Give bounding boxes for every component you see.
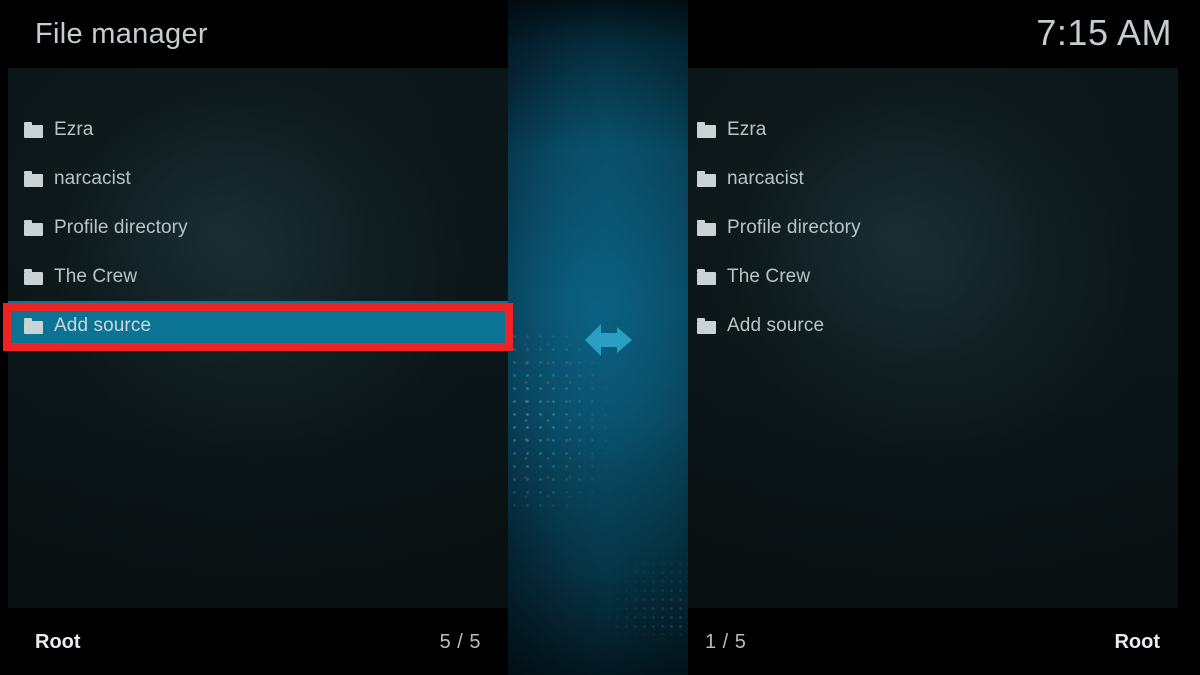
list-item-label: narcacist xyxy=(54,167,131,189)
list-item-label: narcacist xyxy=(727,167,804,189)
list-item[interactable]: narcacist xyxy=(688,154,1178,203)
list-item-label: Ezra xyxy=(727,118,767,140)
list-item[interactable]: narcacist xyxy=(8,154,508,203)
list-item-label: The Crew xyxy=(727,265,811,287)
page-title: File manager xyxy=(35,18,208,50)
list-item-label: Profile directory xyxy=(727,216,861,238)
folder-icon xyxy=(697,317,716,334)
right-panel-footer: 1 / 5 Root xyxy=(688,609,1178,675)
folder-icon xyxy=(697,121,716,138)
right-file-panel: Ezra narcacist Profile directory The Cre… xyxy=(688,68,1178,608)
right-panel-path: Root xyxy=(1114,630,1160,653)
folder-icon xyxy=(24,170,43,187)
clock: 7:15 AM xyxy=(1036,12,1172,53)
list-item-label: Add source xyxy=(727,314,825,336)
list-item[interactable]: Profile directory xyxy=(688,203,1178,252)
list-item-label: Profile directory xyxy=(54,216,188,238)
folder-icon xyxy=(24,317,43,334)
transfer-column xyxy=(508,0,688,675)
file-manager-screen: File manager 7:15 AM Ezra narcacist Prof… xyxy=(0,0,1200,675)
right-panel-count: 1 / 5 xyxy=(705,630,747,653)
folder-icon xyxy=(697,268,716,285)
list-item-add-source[interactable]: Add source xyxy=(8,301,508,350)
left-file-list: Ezra narcacist Profile directory The Cre… xyxy=(8,105,508,350)
right-file-list: Ezra narcacist Profile directory The Cre… xyxy=(688,105,1178,350)
particle-decoration-secondary xyxy=(568,505,688,635)
left-panel-count: 5 / 5 xyxy=(439,630,481,653)
list-item[interactable]: The Crew xyxy=(8,252,508,301)
list-item[interactable]: The Crew xyxy=(688,252,1178,301)
list-item-add-source[interactable]: Add source xyxy=(688,301,1178,350)
folder-icon xyxy=(697,170,716,187)
folder-icon xyxy=(24,268,43,285)
folder-icon xyxy=(24,121,43,138)
left-right-arrows-icon[interactable] xyxy=(580,318,638,362)
left-panel-footer: Root 5 / 5 xyxy=(8,609,508,675)
list-item[interactable]: Profile directory xyxy=(8,203,508,252)
folder-icon xyxy=(697,219,716,236)
left-file-panel: Ezra narcacist Profile directory The Cre… xyxy=(8,68,508,608)
list-item-label: Add source xyxy=(54,314,152,336)
list-item-label: The Crew xyxy=(54,265,138,287)
list-item-label: Ezra xyxy=(54,118,94,140)
folder-icon xyxy=(24,219,43,236)
list-item[interactable]: Ezra xyxy=(688,105,1178,154)
left-panel-path: Root xyxy=(35,630,81,653)
list-item[interactable]: Ezra xyxy=(8,105,508,154)
